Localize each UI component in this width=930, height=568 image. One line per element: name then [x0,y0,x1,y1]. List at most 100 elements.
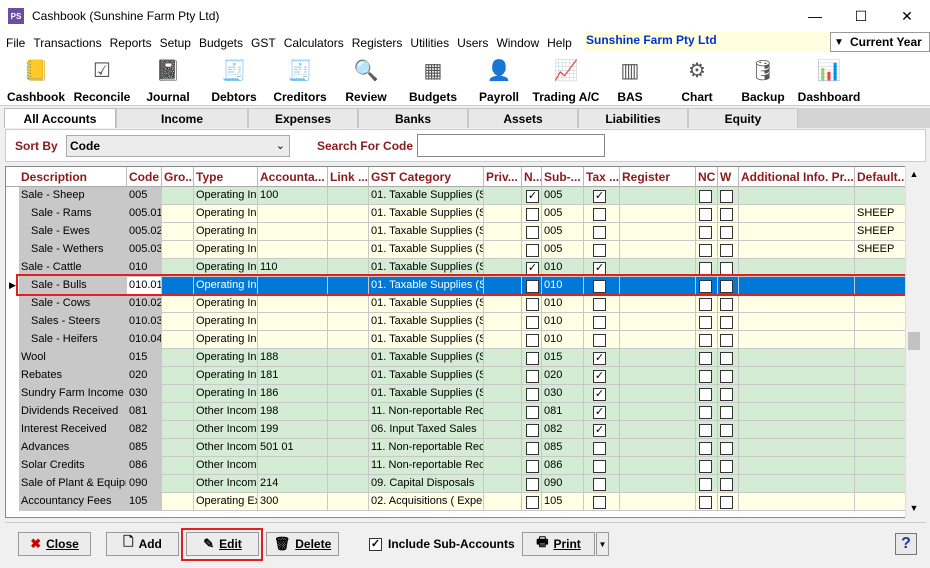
cell-additional-info[interactable] [739,295,855,313]
cell-tax[interactable] [584,493,620,511]
cell-sub-code[interactable]: 082 [542,421,584,439]
cell-accountant[interactable]: 501 01 [258,439,328,457]
cell-register[interactable] [620,241,696,259]
delete-button[interactable]: 🗑 Delete [266,532,339,556]
tab-expenses[interactable]: Expenses [248,108,358,128]
toolbar-trading-button[interactable]: 📈 Trading A/C [530,56,602,105]
print-options-dropdown[interactable]: ▼ [596,532,609,556]
cell-register[interactable] [620,223,696,241]
cell-tax[interactable]: ✓ [584,349,620,367]
column-header-sub-code[interactable]: Sub-... [542,167,584,187]
cell-default[interactable]: SHEEP [855,241,906,259]
cell-gst-category[interactable]: 01. Taxable Supplies (S [369,187,484,205]
table-row[interactable]: Sale - Heifers 010.04 Operating Inc 01. Tax… [6,331,906,349]
cell-n[interactable] [522,367,542,385]
close-window-button[interactable]: ✕ [884,0,930,32]
cell-gst-category[interactable]: 01. Taxable Supplies (S [369,241,484,259]
cell-accountant[interactable] [258,313,328,331]
cell-nc[interactable] [696,313,718,331]
cell-code[interactable]: 010.04 [127,331,162,349]
checkbox[interactable] [720,370,733,383]
cell-default[interactable] [855,493,906,511]
checkbox[interactable]: ✓ [593,370,606,383]
checkbox[interactable] [593,460,606,473]
cell-accountant[interactable]: 188 [258,349,328,367]
cell-type[interactable]: Operating Inc [194,223,258,241]
menu-transactions[interactable]: Transactions [29,32,105,54]
cell-link[interactable] [328,403,369,421]
tab-income[interactable]: Income [116,108,248,128]
column-header-tax[interactable]: Tax ... [584,167,620,187]
cell-tax[interactable] [584,205,620,223]
cell-tax[interactable] [584,439,620,457]
cell-code[interactable]: 105 [127,493,162,511]
cell-accountant[interactable]: 186 [258,385,328,403]
checkbox[interactable] [526,316,539,329]
cell-link[interactable] [328,457,369,475]
cell-n[interactable] [522,493,542,511]
checkbox[interactable] [526,406,539,419]
tab-assets[interactable]: Assets [468,108,578,128]
cell-type[interactable]: Other Income [194,421,258,439]
cell-additional-info[interactable] [739,367,855,385]
cell-default[interactable] [855,457,906,475]
cell-tax[interactable] [584,475,620,493]
cell-group[interactable] [162,313,194,331]
cell-sub-code[interactable]: 005 [542,205,584,223]
cell-gst-category[interactable]: 02. Acquisitions ( Exper [369,493,484,511]
toolbar-journal-button[interactable]: 📓 Journal [132,56,204,105]
cell-additional-info[interactable] [739,493,855,511]
menu-budgets[interactable]: Budgets [195,32,247,54]
cell-nc[interactable] [696,205,718,223]
cell-additional-info[interactable] [739,475,855,493]
column-header-w[interactable]: W [718,167,739,187]
menu-window[interactable]: Window [492,32,543,54]
cell-additional-info[interactable] [739,187,855,205]
search-input[interactable] [417,134,605,157]
toolbar-budgets-button[interactable]: ▦ Budgets [397,56,469,105]
cell-default[interactable] [855,439,906,457]
cell-default[interactable] [855,367,906,385]
table-row[interactable]: Wool 015 Operating Inc 188 01. Taxable Suppl… [6,349,906,367]
cell-description[interactable]: Interest Received [19,421,127,439]
checkbox[interactable] [720,190,733,203]
checkbox[interactable] [699,478,712,491]
cell-sub-code[interactable]: 010 [542,331,584,349]
menu-help[interactable]: Help [543,32,576,54]
checkbox[interactable]: ✓ [526,190,539,203]
checkbox[interactable] [699,226,712,239]
cell-code[interactable]: 090 [127,475,162,493]
cell-additional-info[interactable] [739,313,855,331]
menu-gst[interactable]: GST [247,32,280,54]
cell-link[interactable] [328,349,369,367]
table-row[interactable]: Sundry Farm Income 030 Operating Inc 186 01.… [6,385,906,403]
checkbox[interactable] [526,424,539,437]
checkbox[interactable]: ✓ [593,190,606,203]
cell-description[interactable]: Sale - Cows [19,295,127,313]
cell-group[interactable] [162,385,194,403]
checkbox[interactable]: ✓ [593,388,606,401]
cell-private[interactable] [484,385,522,403]
checkbox[interactable] [699,208,712,221]
toolbar-payroll-button[interactable]: 👤 Payroll [463,56,535,105]
cell-nc[interactable] [696,367,718,385]
cell-n[interactable] [522,331,542,349]
cell-private[interactable] [484,421,522,439]
cell-tax[interactable]: ✓ [584,403,620,421]
sort-by-select[interactable]: Code ⌄ [66,135,290,157]
column-header-nc[interactable]: NC [696,167,718,187]
checkbox[interactable] [699,460,712,473]
checkbox[interactable] [593,298,606,311]
cell-tax[interactable] [584,313,620,331]
cell-sub-code[interactable]: 030 [542,385,584,403]
cell-accountant[interactable] [258,223,328,241]
cell-nc[interactable] [696,295,718,313]
cell-default[interactable] [855,313,906,331]
cell-group[interactable] [162,367,194,385]
cell-type[interactable]: Other Income [194,475,258,493]
checkbox[interactable]: ✓ [593,352,606,365]
cell-code[interactable]: 081 [127,403,162,421]
cell-w[interactable] [718,439,739,457]
cell-description[interactable]: Sale - Ewes [19,223,127,241]
checkbox[interactable] [526,334,539,347]
